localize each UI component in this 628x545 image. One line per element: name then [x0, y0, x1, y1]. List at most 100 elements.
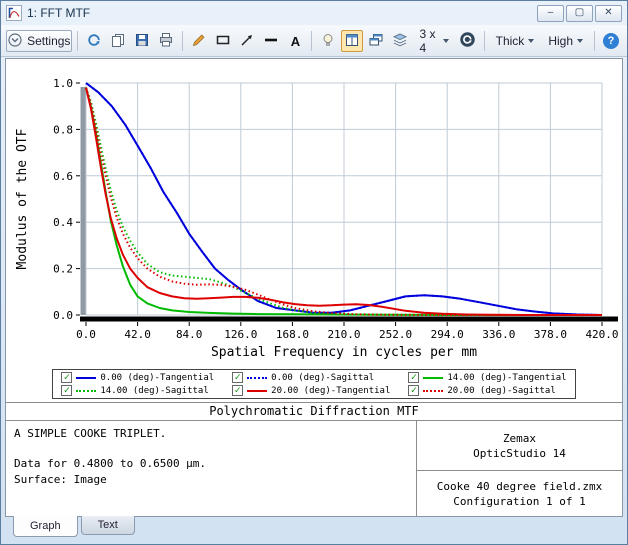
legend-checkbox[interactable]: ✓	[61, 372, 72, 383]
svg-text:168.0: 168.0	[276, 328, 309, 341]
wavelength-line: Data for 0.4800 to 0.6500 µm.	[14, 456, 408, 472]
grid-layout-dropdown[interactable]: 3 x 4	[413, 29, 454, 53]
legend-line-sample	[247, 390, 267, 392]
titlebar: 1: FFT MTF – ▢ ✕	[1, 1, 627, 25]
maximize-button[interactable]: ▢	[566, 5, 593, 22]
legend-label: 14.00 (deg)-Sagittal	[100, 386, 208, 396]
separator	[311, 31, 312, 51]
grid-layout-label: 3 x 4	[419, 27, 438, 55]
svg-text:378.0: 378.0	[534, 328, 567, 341]
layers-button[interactable]	[389, 30, 411, 52]
settings-button[interactable]: Settings	[6, 30, 72, 52]
legend-label: 20.00 (deg)-Sagittal	[447, 386, 555, 396]
svg-text:252.0: 252.0	[379, 328, 412, 341]
brand-product: OpticStudio 14	[473, 446, 566, 461]
close-button[interactable]: ✕	[595, 5, 622, 22]
surface-line: Surface: Image	[14, 472, 408, 488]
fft-mtf-window: 1: FFT MTF – ▢ ✕ Settings A 3	[0, 0, 628, 545]
info-right-column: Zemax OpticStudio 14 Cooke 40 degree fie…	[416, 421, 622, 516]
lamp-icon	[320, 32, 336, 51]
text-tool-icon: A	[291, 34, 300, 49]
separator	[77, 31, 78, 51]
svg-text:0.0: 0.0	[76, 328, 96, 341]
bottom-tab-strip: Graph Text	[1, 517, 627, 544]
rectangle-icon	[215, 32, 231, 51]
legend-entry: ✓ 14.00 (deg)-Tangential	[408, 372, 566, 383]
legend-line-sample	[423, 377, 443, 379]
svg-text:0.2: 0.2	[53, 263, 73, 276]
svg-text:420.0: 420.0	[585, 328, 618, 341]
legend-checkbox[interactable]: ✓	[61, 385, 72, 396]
redraw-icon	[459, 31, 476, 51]
legend-checkbox[interactable]: ✓	[408, 372, 419, 383]
legend-line-sample	[76, 390, 96, 392]
spacer	[14, 442, 408, 456]
separator	[484, 31, 485, 51]
chevron-down-icon	[577, 39, 583, 43]
window-title: 1: FFT MTF	[27, 6, 532, 20]
chevron-down-circle-icon	[8, 33, 22, 50]
pencil-tool-button[interactable]	[188, 30, 210, 52]
graph-panel: 0.042.084.0126.0168.0210.0252.0294.0336.…	[5, 58, 623, 517]
legend-label: 0.00 (deg)-Tangential	[100, 373, 214, 383]
tab-graph[interactable]: Graph	[13, 516, 78, 537]
thickness-dropdown[interactable]: Thick	[490, 29, 541, 53]
tab-text[interactable]: Text	[81, 516, 135, 535]
separator	[182, 31, 183, 51]
quality-dropdown[interactable]: High	[542, 29, 589, 53]
svg-text:Spatial Frequency in cycles pe: Spatial Frequency in cycles per mm	[211, 345, 477, 360]
chevron-down-icon	[443, 39, 449, 43]
help-button[interactable]: ?	[600, 30, 622, 52]
legend-entry: ✓ 14.00 (deg)-Sagittal	[61, 385, 214, 396]
layers-icon	[392, 32, 408, 51]
arrow-tool-button[interactable]	[236, 30, 258, 52]
svg-text:Modulus of the OTF: Modulus of the OTF	[15, 128, 30, 269]
svg-text:1.0: 1.0	[53, 77, 73, 90]
svg-text:0.0: 0.0	[53, 309, 73, 322]
window-icon	[6, 5, 22, 21]
clone-window-button[interactable]	[365, 30, 387, 52]
rectangle-tool-button[interactable]	[212, 30, 234, 52]
redraw-button[interactable]	[457, 30, 479, 52]
legend-label: 14.00 (deg)-Tangential	[447, 373, 566, 383]
legend-label: 20.00 (deg)-Tangential	[271, 386, 390, 396]
print-button[interactable]	[155, 30, 177, 52]
quality-label: High	[548, 34, 573, 48]
svg-text:126.0: 126.0	[224, 328, 257, 341]
line-tool-button[interactable]	[260, 30, 282, 52]
configuration-label: Configuration 1 of 1	[453, 494, 585, 509]
thickness-label: Thick	[496, 34, 525, 48]
legend-checkbox[interactable]: ✓	[408, 385, 419, 396]
lamp-button[interactable]	[317, 30, 339, 52]
svg-text:84.0: 84.0	[176, 328, 203, 341]
lens-description: A SIMPLE COOKE TRIPLET. Data for 0.4800 …	[6, 421, 416, 516]
svg-text:42.0: 42.0	[124, 328, 151, 341]
legend-checkbox[interactable]: ✓	[232, 372, 243, 383]
text-tool-button[interactable]: A	[284, 30, 306, 52]
legend-checkbox[interactable]: ✓	[232, 385, 243, 396]
brand-name: Zemax	[503, 431, 536, 446]
refresh-icon	[86, 32, 102, 51]
copy-button[interactable]	[107, 30, 129, 52]
minimize-button[interactable]: –	[537, 5, 564, 22]
file-name: Cooke 40 degree field.zmx	[437, 479, 603, 494]
brand-cell: Zemax OpticStudio 14	[417, 421, 622, 471]
svg-text:0.8: 0.8	[53, 123, 73, 136]
legend-entry: ✓ 20.00 (deg)-Tangential	[232, 385, 390, 396]
save-icon	[134, 32, 150, 51]
split-view-icon	[344, 32, 360, 51]
refresh-button[interactable]	[83, 30, 105, 52]
mtf-chart[interactable]: 0.042.084.0126.0168.0210.0252.0294.0336.…	[6, 59, 623, 365]
split-view-button[interactable]	[341, 30, 363, 52]
line-icon	[263, 32, 279, 51]
legend-entry: ✓ 0.00 (deg)-Sagittal	[232, 372, 390, 383]
arrow-line-icon	[239, 32, 255, 51]
chevron-down-icon	[528, 39, 534, 43]
info-area: A SIMPLE COOKE TRIPLET. Data for 0.4800 …	[6, 421, 622, 516]
chart-legend: ✓ 0.00 (deg)-Tangential ✓ 0.00 (deg)-Sag…	[52, 369, 575, 399]
svg-text:210.0: 210.0	[327, 328, 360, 341]
plot-title: Polychromatic Diffraction MTF	[6, 402, 622, 421]
save-button[interactable]	[131, 30, 153, 52]
print-icon	[158, 32, 174, 51]
legend-label: 0.00 (deg)-Sagittal	[271, 373, 374, 383]
